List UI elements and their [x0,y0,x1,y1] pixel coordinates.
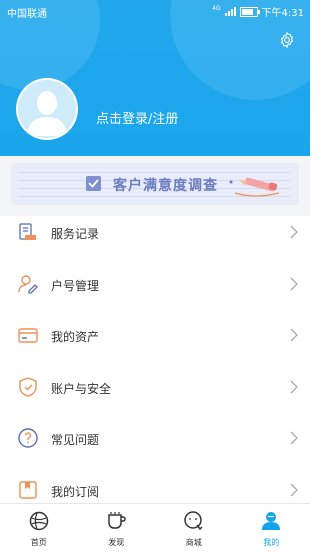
faq-icon [18,428,38,448]
menu-label: 我的订阅 [51,484,100,499]
chevron-right-icon [290,380,298,393]
menu-item-faq[interactable]: 常见问题 [0,412,310,464]
carrier-label: 中国联通 [7,9,47,20]
menu-label: 户号管理 [51,278,100,293]
menu-label: 我的资产 [51,330,100,344]
assets-icon [18,328,38,343]
chevron-right-icon [290,328,298,342]
chevron-right-icon [290,431,298,445]
default-avatar-icon [18,80,76,138]
discover-cup-icon [108,512,126,529]
menu-item-service-records[interactable]: 服务记录 [0,206,310,258]
profile-person-icon [262,512,281,530]
survey-banner-text: 客户满意度调查 [113,178,218,194]
chevron-right-icon [290,483,298,496]
tab-mine[interactable]: 我的 [233,504,311,552]
mall-chat-icon [184,511,203,531]
status-bar: 中国联通 4G 下午4:31 [0,0,310,22]
menu-item-my-assets[interactable]: 我的资产 [0,309,310,361]
subscription-icon [19,480,37,499]
menu-list: 服务记录 户号管理 我的资产 账户与安全 常见问题 我的订阅 [0,206,310,515]
battery-icon [239,6,260,17]
menu-label: 常见问题 [51,433,100,447]
menu-item-account-management[interactable]: 户号管理 [0,258,310,310]
tab-mall[interactable]: 商城 [155,504,233,552]
settings-gear-icon[interactable] [278,31,296,49]
chevron-right-icon [290,277,298,290]
tab-label: 首页 [30,538,47,547]
tab-label: 我的 [263,538,280,547]
survey-banner[interactable]: 客户满意度调查 [11,163,299,205]
menu-label: 服务记录 [51,227,100,241]
pencil-icon [229,177,280,197]
tab-discover[interactable]: 发现 [78,504,156,552]
login-register-link[interactable]: 点击登录/注册 [96,108,178,127]
menu-label: 账户与安全 [51,381,112,396]
service-record-icon [19,223,36,240]
checkbox-icon [86,176,101,191]
profile-header: 中国联通 4G 下午4:31 点击登录/注册 [0,0,310,162]
home-globe-icon [29,511,48,531]
clock: 下午4:31 [261,8,304,19]
chevron-right-icon [290,225,298,239]
bottom-tab-bar: 首页 发现 商城 我的 [0,503,310,552]
signal-icon [224,7,236,16]
security-shield-icon [19,376,37,397]
avatar[interactable] [16,78,78,140]
tab-label: 商城 [185,538,202,547]
menu-item-account-security[interactable]: 账户与安全 [0,361,310,413]
tab-home[interactable]: 首页 [0,504,78,552]
tab-label: 发现 [108,538,125,547]
network-type: 4G [212,5,221,12]
account-number-icon [18,274,38,294]
